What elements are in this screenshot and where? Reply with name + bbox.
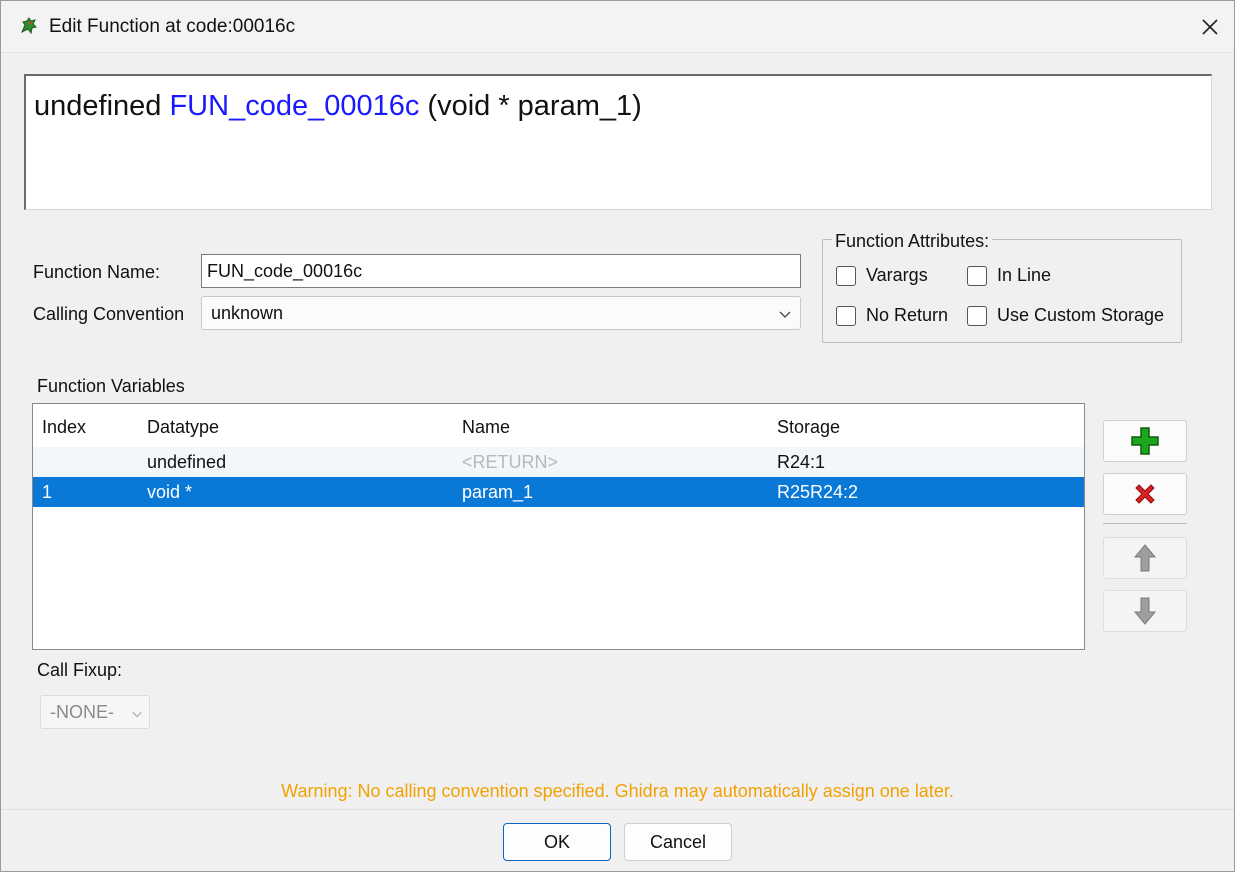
custom-storage-label: Use Custom Storage xyxy=(997,305,1165,325)
signature-return-type: undefined xyxy=(34,90,162,122)
move-down-button[interactable] xyxy=(1103,590,1187,632)
no-return-label: No Return xyxy=(866,305,949,325)
ghidra-dragon-icon xyxy=(19,16,39,36)
signature-params: (void * param_1) xyxy=(427,90,642,122)
cell-index[interactable]: 1 xyxy=(42,482,52,503)
call-fixup-select[interactable]: -NONE- xyxy=(40,695,150,729)
cell-name[interactable]: <RETURN> xyxy=(462,452,558,473)
signature-function-name: FUN_code_00016c xyxy=(169,90,420,122)
checkbox-box[interactable] xyxy=(836,305,856,326)
delete-x-icon xyxy=(1135,484,1155,504)
function-attributes-title: Function Attributes: xyxy=(832,231,993,252)
inline-checkbox[interactable]: In Line xyxy=(967,265,1051,286)
column-header-storage[interactable]: Storage xyxy=(777,417,840,438)
chevron-down-icon xyxy=(778,305,792,326)
checkbox-box[interactable] xyxy=(836,265,856,286)
edit-function-dialog: Edit Function at code:00016c undefined F… xyxy=(0,0,1235,872)
column-header-datatype[interactable]: Datatype xyxy=(147,417,219,438)
cell-storage[interactable]: R25R24:2 xyxy=(777,482,858,503)
function-attributes-group xyxy=(822,239,1182,343)
cell-name[interactable]: param_1 xyxy=(462,482,533,503)
table-row[interactable]: undefined <RETURN> R24:1 xyxy=(33,447,1084,477)
cell-datatype[interactable]: undefined xyxy=(147,452,226,473)
call-fixup-label: Call Fixup: xyxy=(37,660,123,680)
move-up-button[interactable] xyxy=(1103,537,1187,579)
column-header-index[interactable]: Index xyxy=(42,417,86,438)
varargs-checkbox[interactable]: Varargs xyxy=(836,265,928,286)
plus-icon xyxy=(1131,427,1159,455)
table-header: Index Datatype Name Storage xyxy=(33,412,1084,442)
column-header-name[interactable]: Name xyxy=(462,417,510,438)
close-icon xyxy=(1202,19,1218,35)
calling-convention-label: Calling Convention xyxy=(33,304,185,324)
calling-convention-value: unknown xyxy=(211,303,284,323)
title-bar: Edit Function at code:00016c xyxy=(1,1,1234,53)
custom-storage-checkbox[interactable]: Use Custom Storage xyxy=(967,305,1164,326)
function-variables-label: Function Variables xyxy=(37,376,185,396)
remove-variable-button[interactable] xyxy=(1103,473,1187,515)
arrow-down-icon xyxy=(1133,597,1157,625)
button-bar xyxy=(1,809,1234,871)
cell-storage[interactable]: R24:1 xyxy=(777,452,825,473)
close-button[interactable] xyxy=(1186,1,1234,53)
call-fixup-value: -NONE- xyxy=(50,702,114,722)
inline-label: In Line xyxy=(997,265,1052,285)
window-title: Edit Function at code:00016c xyxy=(49,16,296,37)
no-return-checkbox[interactable]: No Return xyxy=(836,305,948,326)
function-name-field[interactable]: FUN_code_00016c xyxy=(201,254,801,288)
cancel-button[interactable]: Cancel xyxy=(624,823,732,861)
ok-button[interactable]: OK xyxy=(503,823,611,861)
checkbox-box[interactable] xyxy=(967,265,987,286)
chevron-down-icon xyxy=(131,704,143,725)
varargs-label: Varargs xyxy=(866,265,928,285)
table-row-selected[interactable]: 1 void * param_1 R25R24:2 xyxy=(33,477,1084,507)
warning-message: Warning: No calling convention specified… xyxy=(281,781,954,801)
button-separator xyxy=(1103,523,1187,524)
checkbox-box[interactable] xyxy=(967,305,987,326)
function-name-label: Function Name: xyxy=(33,262,161,282)
arrow-up-icon xyxy=(1133,544,1157,572)
function-variables-table[interactable]: Index Datatype Name Storage undefined <R… xyxy=(32,403,1085,650)
add-variable-button[interactable] xyxy=(1103,420,1187,462)
calling-convention-select[interactable]: unknown xyxy=(201,296,801,330)
signature-text: undefined FUN_code_00016c (void * param_… xyxy=(34,90,642,123)
signature-editor[interactable]: undefined FUN_code_00016c (void * param_… xyxy=(24,74,1212,210)
cell-datatype[interactable]: void * xyxy=(147,482,192,503)
